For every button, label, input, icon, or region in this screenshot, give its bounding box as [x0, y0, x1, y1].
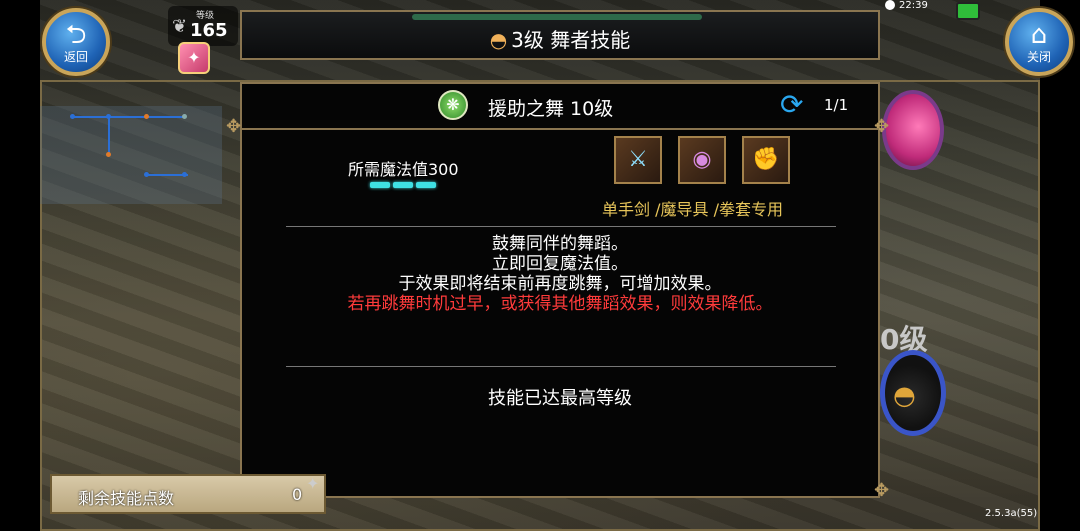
swirl-icon: ❦	[172, 16, 188, 37]
page-title: ◓ 3级 舞者技能	[242, 24, 878, 53]
version-label: 2.5.3a(55)	[985, 508, 1038, 519]
mana-requirement: 所需魔法值300	[348, 160, 459, 179]
magic-tool-icon: ◉	[678, 136, 726, 184]
description-warning: 若再跳舞时机过早，或获得其他舞蹈效果，则效果降低。	[347, 294, 773, 314]
letterbox-left	[0, 0, 40, 531]
page-indicator: 1/1	[824, 96, 849, 114]
mana-segment	[393, 182, 413, 188]
description-line: 鼓舞同伴的舞蹈。	[492, 234, 628, 254]
letterbox-right	[1040, 0, 1080, 531]
mana-segment	[416, 182, 436, 188]
clock-icon	[885, 0, 895, 10]
skill-points-label: 剩余技能点数	[78, 489, 175, 508]
divider	[286, 226, 836, 227]
clock-time: 22:39	[899, 0, 928, 11]
divider	[286, 366, 836, 367]
description-line: 于效果即将结束前再度跳舞，可增加效果。	[398, 274, 722, 294]
home-icon: ⌂	[1030, 20, 1048, 50]
skill-detail-panel: ❋ 援助之舞 10级 ⟳ 1/1 所需魔法值300 ⚔ ◉ ✊ 单手剑 /魔导具…	[240, 82, 880, 498]
fan-icon: ◓	[489, 28, 508, 52]
skill-points-value: 0	[292, 485, 303, 504]
refresh-icon[interactable]: ⟳	[780, 88, 803, 121]
back-button[interactable]: ⮌ 返回	[42, 8, 110, 76]
close-label: 关闭	[1026, 50, 1051, 64]
page-title-text: 3级 舞者技能	[511, 28, 631, 52]
title-bar: ◓ 3级 舞者技能	[240, 10, 880, 60]
sword-icon: ⚔	[614, 136, 662, 184]
fan-icon: ◓	[893, 381, 916, 411]
skill-points-bar: 剩余技能点数 0	[50, 474, 326, 514]
skill-name: 援助之舞 10级	[488, 98, 614, 120]
back-arrow-icon: ⮌	[65, 20, 87, 50]
frame-ornament: ✥	[226, 116, 242, 137]
mana-segment	[370, 182, 390, 188]
corner-ornament-icon: ✦	[306, 474, 320, 493]
status-clock: 22:39	[885, 0, 928, 11]
frame-ornament: ✥	[874, 480, 890, 501]
skill-description: 鼓舞同伴的舞蹈。 立即回复魔法值。 于效果即将结束前再度跳舞，可增加效果。 若再…	[242, 234, 878, 314]
weapon-requirement: 单手剑 /魔导具 /拳套专用	[602, 200, 783, 219]
dance-fan-icon: ❋	[438, 90, 468, 120]
side-skill-icon-fan[interactable]	[882, 90, 944, 170]
player-level: 165	[190, 20, 228, 41]
skill-header: ❋ 援助之舞 10级 ⟳ 1/1	[242, 84, 878, 130]
close-button[interactable]: ⌂ 关闭	[1005, 8, 1073, 76]
battery-icon	[956, 2, 980, 20]
max-level-notice: 技能已达最高等级	[488, 388, 632, 409]
gift-icon[interactable]: ✦	[178, 42, 210, 74]
title-progress-bar	[412, 14, 702, 20]
side-skill-icon-2[interactable]: ◓	[880, 350, 946, 436]
minimap	[40, 106, 222, 204]
back-label: 返回	[63, 50, 88, 64]
description-line: 立即回复魔法值。	[492, 254, 628, 274]
knuckle-icon: ✊	[742, 136, 790, 184]
frame-ornament: ✥	[874, 116, 890, 137]
